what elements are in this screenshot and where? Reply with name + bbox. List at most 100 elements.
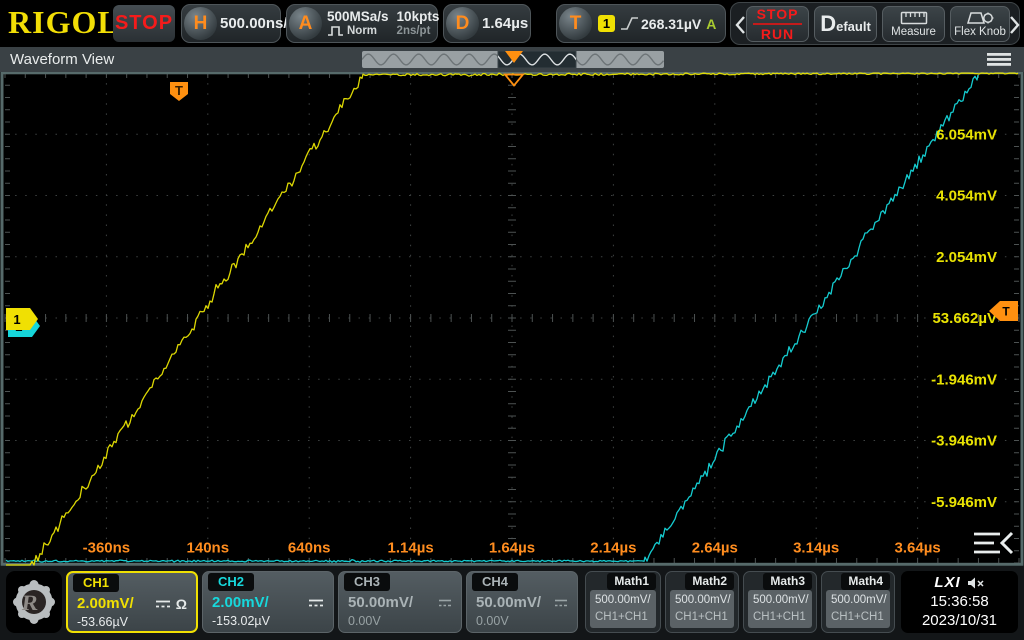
ch1-scale: 2.00mV/ (77, 595, 134, 612)
rigol-gear-logo[interactable]: R (6, 571, 62, 633)
rigol-logo: RIGOL (8, 4, 120, 41)
svg-text:640ns: 640ns (288, 540, 331, 557)
a-badge: A (289, 7, 322, 40)
gear-icon: R (9, 576, 59, 628)
delay-value: 1.64µs (482, 15, 528, 32)
acquire-mode: Norm (347, 24, 377, 39)
speaker-muted-icon (967, 576, 985, 590)
svg-text:53.662µV: 53.662µV (932, 310, 997, 327)
ch3-scale: 50.00mV/ (348, 594, 413, 611)
ch3-tab: CH3 (344, 573, 390, 591)
ch4-offset: 0.00V (476, 614, 509, 628)
run-stop-line1: STOP (753, 6, 803, 25)
rising-edge-icon (620, 16, 639, 31)
scroll-left-icon[interactable] (734, 15, 746, 35)
page-title: Waveform View (10, 47, 114, 72)
svg-text:4.054mV: 4.054mV (936, 188, 997, 205)
svg-text:1.64µs: 1.64µs (489, 540, 535, 557)
acquire-pill[interactable]: A 500MSa/s Norm 10kpts 2ns/pt (286, 4, 438, 43)
ch4-tab: CH4 (472, 573, 518, 591)
menu-icon[interactable] (986, 52, 1012, 67)
ch1-impedance: Ω (176, 596, 187, 612)
run-stop-button[interactable]: STOP RUN (746, 6, 809, 42)
math2-expression: CH1+CH1 (675, 609, 729, 626)
svg-text:T: T (1002, 305, 1010, 319)
horizontal-scale-pill[interactable]: H 500.00ns/ (181, 4, 281, 43)
default-rest: efault (836, 19, 871, 34)
svg-text:-5.946mV: -5.946mV (931, 494, 997, 511)
measure-button[interactable]: Measure (882, 6, 945, 42)
measure-label: Measure (891, 26, 936, 38)
pulse-icon (327, 25, 344, 37)
acquisition-status-badge: STOP (113, 5, 175, 42)
math3-card[interactable]: Math3 500.00mV/ CH1+CH1 (743, 571, 817, 633)
math2-card[interactable]: Math2 500.00mV/ CH1+CH1 (665, 571, 739, 633)
waveform-display-area: -360ns 140ns 640ns 1.14µs 1.64µs 2.14µs 2.64µs… (0, 72, 1024, 566)
h-badge: H (184, 7, 217, 40)
ch2-scale: 2.00mV/ (212, 594, 269, 611)
sample-rate: 500MSa/s (327, 9, 389, 24)
trigger-pill[interactable]: T 1 268.31µV A (556, 4, 726, 43)
flex-knob-label: Flex Knob (954, 26, 1006, 38)
ch3-offset: 0.00V (348, 614, 381, 628)
ch1-tab: CH1 (73, 574, 119, 592)
svg-text:-3.946mV: -3.946mV (931, 433, 997, 450)
channel-card-ch3[interactable]: CH3 50.00mV/ 0.00V (338, 571, 462, 633)
math2-scale: 500.00mV/ (675, 592, 729, 609)
waveform-scrollbar[interactable] (362, 51, 664, 68)
trigger-sweep-mode: A (706, 16, 716, 32)
dc-coupling-icon (438, 598, 452, 608)
dc-coupling-icon (554, 598, 568, 608)
t-badge: T (559, 7, 592, 40)
svg-text:6.054mV: 6.054mV (936, 126, 997, 143)
math1-expression: CH1+CH1 (595, 609, 651, 626)
svg-text:1.14µs: 1.14µs (388, 540, 434, 557)
svg-text:-1.946mV: -1.946mV (931, 371, 997, 388)
svg-text:3.64µs: 3.64µs (895, 540, 941, 557)
svg-text:3.14µs: 3.14µs (793, 540, 839, 557)
ch1-offset: -53.66µV (77, 615, 128, 629)
ch4-scale: 50.00mV/ (476, 594, 541, 611)
svg-text:2.64µs: 2.64µs (692, 540, 738, 557)
scroll-right-icon[interactable] (1009, 15, 1021, 35)
dc-coupling-icon (155, 599, 171, 609)
bottom-status-bar: R CH1 2.00mV/ Ω -53.66µV CH2 2.00mV/ -15… (0, 566, 1024, 640)
flex-knob-button[interactable]: Flex Knob (950, 6, 1010, 42)
math1-card[interactable]: Math1 500.00mV/ CH1+CH1 (585, 571, 661, 633)
math4-scale: 500.00mV/ (831, 592, 885, 609)
default-button[interactable]: D efault (814, 6, 877, 42)
knob-icon (965, 10, 995, 25)
ruler-icon (900, 11, 928, 25)
ch2-tab: CH2 (208, 573, 254, 591)
math4-card[interactable]: Math4 500.00mV/ CH1+CH1 (821, 571, 895, 633)
top-toolbar: RIGOL STOP H 500.00ns/ A 500MSa/s Norm 1… (0, 0, 1024, 47)
delay-pill[interactable]: D 1.64µs (443, 4, 531, 43)
menu-expand-icon[interactable] (970, 528, 1018, 560)
channel-card-ch1[interactable]: CH1 2.00mV/ Ω -53.66µV (66, 571, 198, 633)
math1-tab: Math1 (607, 573, 656, 590)
trigger-source-badge: 1 (598, 15, 615, 32)
horizontal-scale-value: 500.00ns/ (220, 15, 288, 32)
d-badge: D (446, 7, 479, 40)
math1-scale: 500.00mV/ (595, 592, 651, 609)
math4-tab: Math4 (841, 573, 890, 590)
memory-depth: 10kpts (397, 9, 440, 24)
channel-card-ch4[interactable]: CH4 50.00mV/ 0.00V (466, 571, 578, 633)
system-date: 2023/10/31 (922, 611, 997, 630)
time-axis-labels: -360ns 140ns 640ns 1.14µs 1.64µs 2.14µs 2.64µs… (83, 540, 941, 557)
trigger-level-value: 268.31µV (641, 16, 701, 32)
default-initial: D (820, 11, 836, 37)
waveform-plot: -360ns 140ns 640ns 1.14µs 1.64µs 2.14µs 2.64µs… (0, 72, 1024, 566)
math3-expression: CH1+CH1 (753, 609, 807, 626)
svg-text:T: T (175, 83, 183, 98)
ch2-offset: -153.02µV (212, 614, 270, 628)
dc-coupling-icon (308, 598, 324, 608)
system-time: 15:36:58 (930, 592, 988, 611)
math3-scale: 500.00mV/ (753, 592, 807, 609)
svg-text:2.14µs: 2.14µs (590, 540, 636, 557)
lxi-label: LXI (934, 574, 960, 592)
system-status-card[interactable]: LXI 15:36:58 2023/10/31 (901, 571, 1018, 633)
channel-card-ch2[interactable]: CH2 2.00mV/ -153.02µV (202, 571, 334, 633)
svg-text:140ns: 140ns (187, 540, 230, 557)
svg-text:-360ns: -360ns (83, 540, 131, 557)
